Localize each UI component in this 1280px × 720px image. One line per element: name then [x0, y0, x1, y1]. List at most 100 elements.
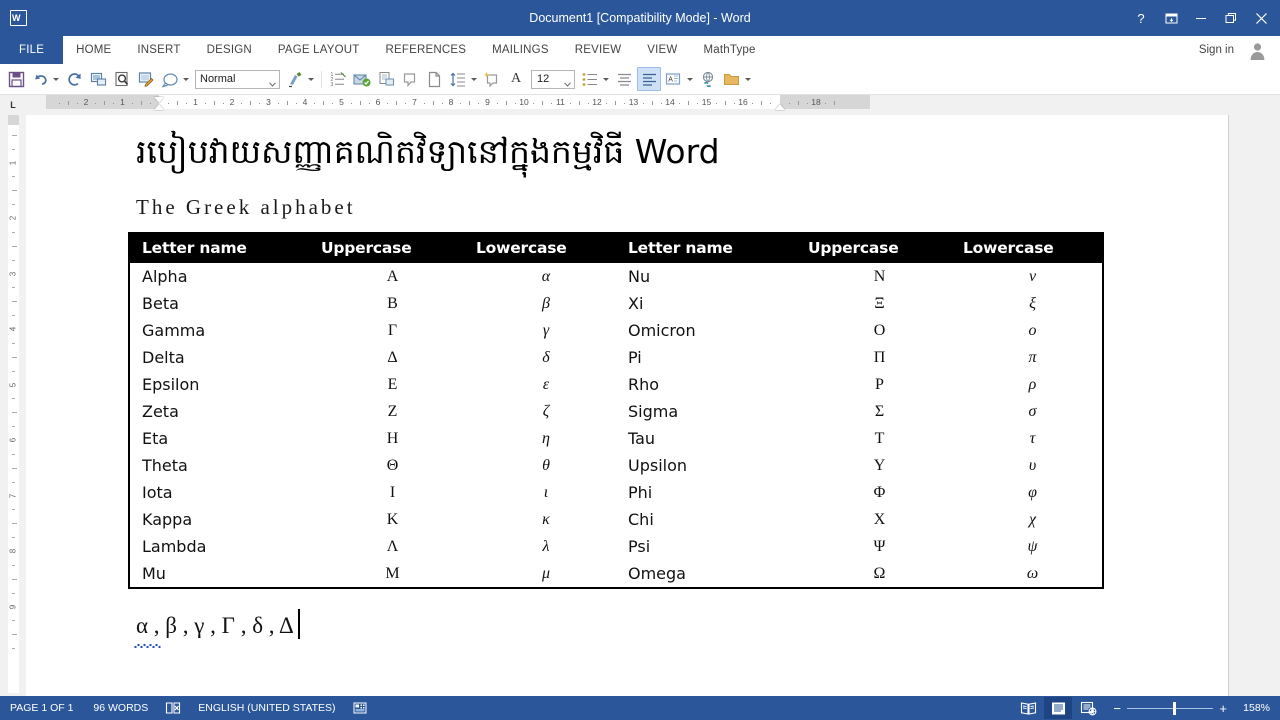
cell-letter-name-2: Sigma: [628, 402, 679, 421]
vertical-ruler-tick: [12, 176, 15, 178]
new-sticky-note-icon[interactable]: [481, 68, 503, 90]
proofing-errors-icon[interactable]: [158, 696, 188, 720]
ruler-half-tick: [651, 101, 653, 105]
document-canvas[interactable]: របៀបវាយសញ្ញាគណិតវិទ្យានៅក្នុងកម្មវិធី Wo…: [26, 115, 1280, 696]
web-layout-icon[interactable]: [1074, 697, 1102, 719]
line-spacing-caret-icon[interactable]: [471, 77, 477, 81]
tab-page-layout[interactable]: PAGE LAYOUT: [265, 36, 373, 64]
tab-insert[interactable]: INSERT: [124, 36, 193, 64]
zoom-thumb[interactable]: [1173, 701, 1177, 715]
undo-dropdown-caret-icon[interactable]: [53, 77, 59, 81]
text-box-caret-icon[interactable]: [687, 77, 693, 81]
ruler-half-tick: [688, 101, 690, 105]
ruler-half-tick: [505, 101, 507, 105]
cell-lowercase-1: ε: [542, 375, 550, 393]
cell-uppercase-2: Ψ: [873, 537, 886, 555]
tab-mailings[interactable]: MAILINGS: [479, 36, 562, 64]
shapes-icon[interactable]: [159, 68, 181, 90]
vertical-ruler[interactable]: 1 2 3 4 5 6 7 8 9: [0, 115, 26, 696]
cell-letter-name-1: Zeta: [142, 402, 179, 421]
ribbon-display-options-icon[interactable]: [1156, 4, 1186, 32]
cell-letter-name-2: Pi: [628, 348, 642, 367]
redo-icon[interactable]: [63, 68, 85, 90]
font-size-selector[interactable]: 12: [531, 69, 575, 90]
sign-in-link[interactable]: Sign in: [1199, 36, 1234, 64]
account-avatar-icon[interactable]: [1247, 40, 1268, 61]
print-to-file-icon[interactable]: [375, 68, 397, 90]
ruler-half-tick: [724, 101, 726, 105]
text-box-icon[interactable]: A: [663, 68, 685, 90]
minimize-icon[interactable]: [1186, 4, 1216, 32]
tab-file[interactable]: FILE: [0, 36, 64, 64]
style-selector[interactable]: Normal: [195, 69, 280, 90]
undo-icon[interactable]: [29, 68, 51, 90]
print-layout-icon[interactable]: [87, 68, 109, 90]
restore-icon[interactable]: [1216, 4, 1246, 32]
tab-references[interactable]: REFERENCES: [373, 36, 480, 64]
cell-lowercase-1: γ: [542, 321, 550, 339]
track-changes-icon[interactable]: [135, 68, 157, 90]
ruler-quarter-tick: [478, 103, 480, 104]
style-dropdown-caret-icon[interactable]: [269, 78, 276, 90]
shapes-dropdown-caret-icon[interactable]: [183, 77, 189, 81]
zoom-slider[interactable]: − +: [1109, 701, 1231, 715]
new-comment-icon[interactable]: [399, 68, 421, 90]
bullets-caret-icon[interactable]: [603, 77, 609, 81]
cell-lowercase-2: σ: [1028, 402, 1037, 420]
macro-record-icon[interactable]: [346, 696, 374, 720]
first-line-indent-marker[interactable]: [154, 97, 164, 103]
ruler-quarter-tick: [679, 103, 681, 104]
tab-mathtype[interactable]: MathType: [690, 36, 768, 64]
format-painter-caret-icon[interactable]: [308, 77, 314, 81]
font-size-dropdown-caret-icon[interactable]: [564, 78, 571, 90]
ruler-quarter-tick: [387, 103, 389, 104]
zoom-level-label[interactable]: 158%: [1235, 696, 1280, 720]
ruler-quarter-tick: [277, 103, 279, 104]
left-indent-marker[interactable]: [154, 104, 164, 110]
status-page-indicator[interactable]: PAGE 1 OF 1: [0, 696, 83, 720]
open-folder-icon[interactable]: [721, 68, 743, 90]
tab-review[interactable]: REVIEW: [562, 36, 635, 64]
close-icon[interactable]: [1246, 4, 1276, 32]
tab-design[interactable]: DESIGN: [194, 36, 265, 64]
cell-lowercase-2: χ: [1028, 510, 1037, 528]
greek-alphabet-table[interactable]: Letter name Uppercase Lowercase Letter n…: [128, 232, 1104, 589]
save-icon[interactable]: [5, 68, 27, 90]
align-left-icon[interactable]: [637, 67, 661, 91]
hyperlink-icon[interactable]: [697, 68, 719, 90]
help-icon[interactable]: ?: [1126, 4, 1156, 32]
mail-merge-icon[interactable]: [351, 68, 373, 90]
right-indent-marker[interactable]: [774, 104, 785, 110]
cell-uppercase-1: Α: [386, 267, 399, 285]
ruler-quarter-tick: [186, 103, 188, 104]
vertical-ruler-tick: [12, 537, 15, 539]
print-layout-view-icon[interactable]: [1044, 697, 1073, 719]
horizontal-ruler[interactable]: 2 1 1 2 3 4 5 6 7 8 9 10 11 12 13 14 15 16 18: [26, 95, 1280, 115]
zoom-track[interactable]: [1127, 701, 1214, 715]
cell-lowercase-2: φ: [1028, 483, 1037, 501]
align-center-icon[interactable]: [613, 68, 635, 90]
read-mode-icon[interactable]: [1014, 697, 1042, 719]
zoom-in-button[interactable]: +: [1215, 702, 1231, 715]
status-language[interactable]: ENGLISH (UNITED STATES): [188, 696, 345, 720]
bullets-icon[interactable]: [579, 68, 601, 90]
tab-stop-selector[interactable]: L: [0, 95, 26, 115]
status-word-count[interactable]: 96 WORDS: [83, 696, 158, 720]
zoom-out-button[interactable]: −: [1109, 702, 1125, 715]
tab-view[interactable]: VIEW: [634, 36, 690, 64]
new-document-icon[interactable]: [423, 68, 445, 90]
customize-toolbar-caret-icon[interactable]: [745, 77, 751, 81]
line-spacing-icon[interactable]: [447, 68, 469, 90]
list-numbering-icon[interactable]: 123: [327, 68, 349, 90]
tab-home[interactable]: HOME: [63, 36, 124, 64]
document-page[interactable]: របៀបវាយសញ្ញាគណិតវិទ្យានៅក្នុងកម្មវិធី Wo…: [26, 115, 1229, 696]
format-painter-icon[interactable]: [284, 68, 306, 90]
table-row: Zeta Ζζ Sigma Σσ: [129, 398, 1103, 425]
cell-letter-name-2: Chi: [628, 510, 654, 529]
cell-lowercase-1: θ: [542, 456, 550, 474]
typed-greek-text[interactable]: α , β , γ , Γ , δ , Δ: [136, 613, 294, 639]
print-preview-icon[interactable]: [111, 68, 133, 90]
cell-uppercase-1: Κ: [386, 510, 399, 528]
ruler-quarter-tick: [168, 103, 170, 104]
ruler-quarter-tick: [715, 103, 717, 104]
